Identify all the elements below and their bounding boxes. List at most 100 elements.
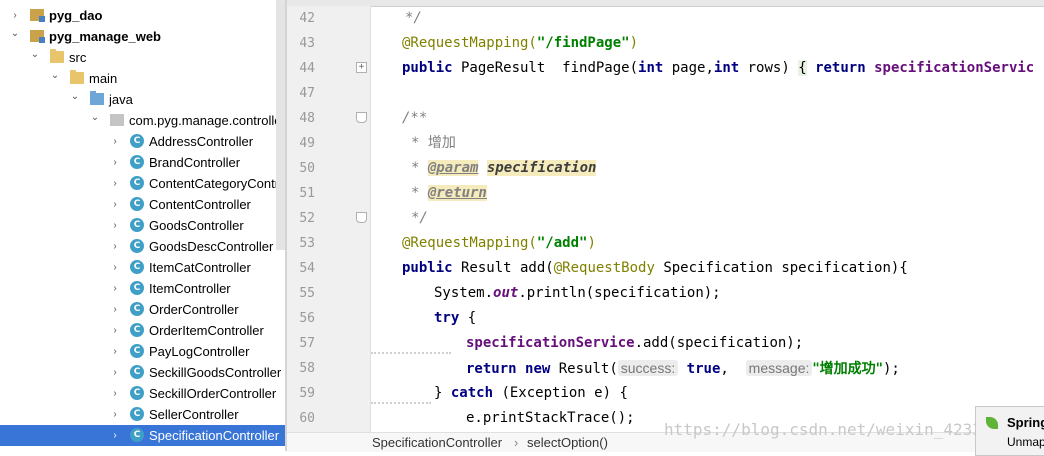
chevron-right-icon[interactable]: › [10, 5, 20, 26]
notification-balloon[interactable]: Spring Unmap [975, 406, 1044, 456]
keyword: return [815, 60, 866, 76]
annotation: @RequestBody [553, 260, 655, 276]
chevron-right-icon[interactable]: › [110, 425, 120, 446]
tree-item-label: ItemController [149, 281, 231, 296]
tree-item-module[interactable]: ⌄ pyg_manage_web [0, 26, 286, 47]
code-text: , [720, 361, 746, 377]
tree-item-source-folder[interactable]: ⌄ java [0, 89, 286, 110]
annotation: ) [629, 35, 639, 51]
tree-item-label: OrderController [149, 302, 239, 317]
line-number: 44 [299, 61, 315, 76]
tree-item-label: BrandController [149, 155, 241, 170]
tree-item-class[interactable]: › C ContentCategoryController [0, 173, 286, 194]
class-icon: C [130, 239, 144, 253]
tree-item-class[interactable]: › C GoodsDescController [0, 236, 286, 257]
tree-item-class[interactable]: › C PayLogController [0, 341, 286, 362]
folded-brace[interactable]: { [798, 60, 807, 76]
code-line-51: * @return [411, 181, 487, 206]
chevron-right-icon[interactable]: › [110, 173, 120, 194]
class-icon: C [130, 197, 144, 211]
tree-item-label: ItemCatController [149, 260, 251, 275]
chevron-right-icon[interactable]: › [110, 320, 120, 341]
chevron-right-icon[interactable]: › [110, 257, 120, 278]
code-text: System. [434, 285, 494, 301]
code-line-60: e.printStackTrace(); [466, 406, 635, 431]
code-text: rows) [739, 60, 799, 76]
line-number: 48 [299, 111, 315, 126]
comment-text: * [411, 185, 428, 201]
tree-item-label: SpecificationController [149, 428, 280, 443]
fold-collapse-icon[interactable] [356, 112, 367, 123]
chevron-right-icon[interactable]: › [110, 362, 120, 383]
tree-item-class[interactable]: › C SpecificationController [0, 425, 286, 446]
breadcrumb-method[interactable]: selectOption() [527, 433, 608, 452]
chevron-right-icon[interactable]: › [110, 236, 120, 257]
tree-item-class[interactable]: › C SellerController [0, 404, 286, 425]
tree-item-folder[interactable]: ⌄ main [0, 68, 286, 89]
chevron-down-icon[interactable]: ⌄ [10, 26, 20, 47]
tree-item-class[interactable]: › C SeckillGoodsController [0, 362, 286, 383]
tree-item-label: GoodsDescController [149, 239, 274, 254]
chevron-right-icon[interactable]: › [110, 404, 120, 425]
tree-item-class[interactable]: › C GoodsController [0, 215, 286, 236]
comment-text: 增加 [427, 135, 456, 151]
project-tree-scrollbar[interactable] [276, 0, 285, 250]
project-tree: › pyg_dao ⌄ pyg_manage_web ⌄ src ⌄ main ⌄ java ⌄ co… [0, 0, 286, 451]
breadcrumb-class[interactable]: SpecificationController [372, 433, 502, 452]
tree-item-class[interactable]: › C AddressController [0, 131, 286, 152]
line-number: 55 [299, 286, 315, 301]
chevron-right-icon[interactable]: › [110, 299, 120, 320]
line-number: 52 [299, 211, 315, 226]
chevron-right-icon[interactable]: › [110, 278, 120, 299]
tree-item-class[interactable]: › C ItemCatController [0, 257, 286, 278]
javadoc-tag: @param [427, 160, 479, 176]
class-icon: C [130, 260, 144, 274]
module-icon [30, 9, 45, 22]
chevron-right-icon[interactable]: › [110, 131, 120, 152]
tree-item-label: SeckillGoodsController [149, 365, 282, 380]
code-text: .add(specification); [634, 335, 804, 351]
fold-collapse-icon[interactable] [356, 212, 367, 223]
tree-item-class[interactable]: › C SeckillOrderController [0, 383, 286, 404]
tree-item-class[interactable]: › C BrandController [0, 152, 286, 173]
tree-item-label: src [69, 50, 87, 65]
chevron-right-icon[interactable]: › [110, 215, 120, 236]
code-line-48: /** [402, 106, 427, 131]
chevron-right-icon[interactable]: › [110, 194, 120, 215]
tree-item-package[interactable]: ⌄ com.pyg.manage.controller [0, 110, 286, 131]
code-line-44: public PageResult findPage(int page,int … [402, 56, 1034, 81]
code-editor[interactable]: */ @RequestMapping("/findPage") public P… [371, 6, 1044, 432]
code-line-52: */ [411, 206, 428, 231]
tree-item-class[interactable]: › C OrderController [0, 299, 286, 320]
tree-item-label: java [109, 92, 133, 107]
tree-item-module[interactable]: › pyg_dao [0, 5, 286, 26]
line-number: 50 [299, 161, 315, 176]
tree-item-folder[interactable]: ⌄ src [0, 47, 286, 68]
class-icon: C [130, 386, 144, 400]
tree-item-class[interactable]: › C ContentController [0, 194, 286, 215]
line-number: 54 [299, 261, 315, 276]
fold-expand-icon[interactable]: + [356, 62, 367, 73]
tree-item-label: main [89, 71, 118, 86]
class-icon: C [130, 407, 144, 421]
chevron-down-icon[interactable]: ⌄ [30, 47, 40, 68]
chevron-right-icon[interactable]: › [110, 383, 120, 404]
line-number: 53 [299, 236, 315, 251]
code-line-53: @RequestMapping("/add") [402, 231, 596, 256]
chevron-right-icon[interactable]: › [110, 341, 120, 362]
tree-item-label: ContentController [149, 197, 251, 212]
package-icon [110, 114, 124, 126]
chevron-down-icon[interactable]: ⌄ [90, 110, 100, 131]
chevron-right-icon[interactable]: › [110, 152, 120, 173]
comment-text: */ [405, 10, 422, 26]
keyword: public [402, 60, 453, 76]
code-line-49: * 增加 [411, 131, 456, 156]
tree-item-class[interactable]: › C ItemController [0, 278, 286, 299]
tree-item-label: com.pyg.manage.controller [129, 113, 286, 128]
keyword: new [525, 361, 551, 377]
method-separator [371, 400, 431, 404]
code-text: Result( [550, 361, 618, 377]
tree-item-class[interactable]: › C OrderItemController [0, 320, 286, 341]
chevron-down-icon[interactable]: ⌄ [70, 89, 80, 110]
chevron-down-icon[interactable]: ⌄ [50, 68, 60, 89]
